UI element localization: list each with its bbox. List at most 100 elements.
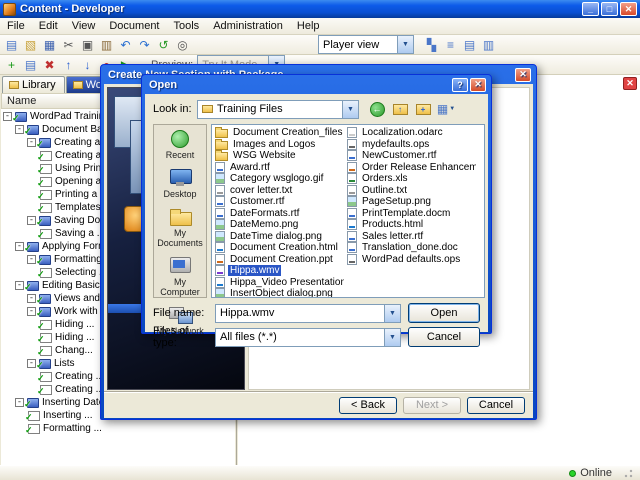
tree-expander-icon[interactable]: - — [27, 216, 36, 225]
new-folder-icon[interactable]: + — [413, 100, 433, 118]
file-item[interactable]: PrintTemplate.docm — [347, 207, 476, 220]
tiles-view-icon[interactable]: ▚ — [422, 36, 441, 54]
file-item[interactable]: Document Creation.html — [215, 242, 344, 254]
file-item[interactable]: Customer.rtf — [215, 196, 344, 208]
tree-expander-icon[interactable]: - — [15, 398, 24, 407]
tree-expander-icon[interactable]: - — [15, 125, 24, 134]
menu-item-document[interactable]: Document — [102, 18, 166, 34]
file-item[interactable]: DateMemo.png — [215, 219, 344, 231]
search-icon[interactable]: ◎ — [173, 36, 192, 54]
file-name-combo[interactable]: Hippa.wmv ▼ — [215, 303, 401, 323]
file-item-label: Category wsglogo.gif — [230, 173, 324, 185]
page-icon: ✓ — [37, 176, 52, 188]
tree-expander-icon[interactable]: - — [3, 112, 12, 121]
file-item[interactable]: Document Creation.ppt — [215, 253, 344, 266]
undo-icon[interactable]: ↶ — [116, 36, 135, 54]
close-button[interactable]: ✕ — [620, 2, 637, 16]
tree-item[interactable]: ✓ Formatting ... — [1, 422, 235, 435]
menu-item-help[interactable]: Help — [290, 18, 327, 34]
file-type-combo[interactable]: All files (*.*) ▼ — [215, 327, 401, 347]
file-item[interactable]: Award.rtf — [215, 161, 344, 174]
file-item[interactable]: DateFormats.rtf — [215, 207, 344, 220]
file-item[interactable]: NewCustomer.rtf — [347, 150, 476, 162]
file-item[interactable]: Products.html — [347, 219, 476, 231]
tree-expander-icon[interactable]: - — [15, 242, 24, 251]
menu-item-view[interactable]: View — [65, 18, 103, 34]
help-icon[interactable]: ? — [452, 77, 468, 92]
file-item[interactable]: Outline.txt — [347, 184, 476, 197]
redo-icon[interactable]: ↷ — [135, 36, 154, 54]
tree-expander-icon[interactable]: - — [15, 281, 24, 290]
maximize-button[interactable]: □ — [601, 2, 618, 16]
place-my-documents[interactable]: My Documents — [154, 207, 206, 248]
file-item[interactable]: cover letter.txt — [215, 184, 344, 197]
tree-expander-icon[interactable]: - — [27, 138, 36, 147]
open-dialog-close-icon[interactable]: ✕ — [470, 77, 486, 92]
menu-item-tools[interactable]: Tools — [167, 18, 207, 34]
place-desktop[interactable]: Desktop — [163, 168, 197, 199]
file-item[interactable]: Hippa_Video Presentation.html — [215, 276, 344, 289]
file-item[interactable]: Localization.odarc — [347, 127, 476, 139]
library-tab-icon — [9, 81, 19, 89]
minimize-button[interactable]: _ — [582, 2, 599, 16]
add-topic-icon[interactable]: ▤ — [21, 56, 40, 74]
file-item[interactable]: Category wsglogo.gif — [215, 173, 344, 185]
tree-expander-icon[interactable]: - — [27, 359, 36, 368]
up-one-level-icon[interactable]: ↑ — [390, 100, 410, 118]
next-button[interactable]: Next > — [403, 396, 461, 414]
cut-icon[interactable]: ✂ — [59, 36, 78, 54]
place-my-computer[interactable]: My Computer — [154, 256, 206, 297]
file-item[interactable]: Hippa.wmv — [215, 265, 344, 277]
file-item[interactable]: DateTime dialog.png — [215, 230, 344, 243]
file-item[interactable]: Images and Logos — [215, 138, 344, 151]
details-view-icon[interactable]: ▤ — [460, 36, 479, 54]
back-button[interactable]: < Back — [339, 396, 397, 414]
views-menu-icon[interactable]: ▦ ▼ — [436, 100, 456, 118]
file-item-label: Customer.rtf — [230, 196, 285, 208]
file-item-label: Localization.odarc — [362, 127, 443, 139]
back-nav-icon[interactable]: ← — [367, 100, 387, 118]
page-icon: ✓ — [25, 410, 40, 422]
wizard-cancel-button[interactable]: Cancel — [467, 396, 525, 414]
dialog-close-icon[interactable]: ✕ — [515, 67, 531, 82]
file-item[interactable]: Orders.xls — [347, 173, 476, 185]
save-icon[interactable]: ▦ — [40, 36, 59, 54]
new-document-icon[interactable]: ▤ — [2, 36, 21, 54]
open-button[interactable]: Open — [408, 303, 480, 323]
move-down-icon[interactable]: ↓ — [78, 56, 97, 74]
resize-grip[interactable] — [622, 467, 634, 479]
file-item[interactable]: InsertObject dialog.png — [215, 288, 344, 297]
tree-expander-icon[interactable]: - — [27, 294, 36, 303]
tab-library[interactable]: Library — [2, 76, 65, 93]
file-item[interactable]: Sales letter.rtf — [347, 230, 476, 243]
look-in-combo[interactable]: Training Files ▼ — [197, 99, 359, 119]
file-item[interactable]: Document Creation_files — [215, 127, 344, 139]
menu-item-file[interactable]: File — [0, 18, 32, 34]
file-item-label: mydefaults.ops — [362, 138, 430, 150]
image-file-icon — [215, 173, 225, 185]
copy-icon[interactable]: ▣ — [78, 36, 97, 54]
file-item[interactable]: WordPad defaults.ops — [347, 253, 476, 266]
place-recent[interactable]: Recent — [166, 129, 194, 160]
move-up-icon[interactable]: ↑ — [59, 56, 78, 74]
file-item[interactable]: mydefaults.ops — [347, 138, 476, 151]
menu-item-edit[interactable]: Edit — [32, 18, 65, 34]
open-icon[interactable]: ▧ — [21, 36, 40, 54]
delete-icon[interactable]: ✖ — [40, 56, 59, 74]
player-view-combo[interactable]: Player view ▼ — [318, 35, 414, 54]
desktop-icon — [168, 168, 192, 188]
tree-expander-icon[interactable]: - — [27, 255, 36, 264]
file-item[interactable]: Translation_done.doc — [347, 242, 476, 254]
add-section-icon[interactable]: + — [2, 56, 21, 74]
file-item[interactable]: Order Release Enhancements.ppt — [347, 161, 476, 174]
paste-icon[interactable]: ▥ — [97, 36, 116, 54]
document-close-icon[interactable]: ✕ — [623, 77, 637, 90]
open-cancel-button[interactable]: Cancel — [408, 327, 480, 347]
list-view-icon[interactable]: ≡ — [441, 36, 460, 54]
refresh-icon[interactable]: ↺ — [154, 36, 173, 54]
tree-expander-icon[interactable]: - — [27, 307, 36, 316]
preview-pane-icon[interactable]: ▥ — [479, 36, 498, 54]
file-item[interactable]: WSG Website — [215, 150, 344, 162]
menu-item-administration[interactable]: Administration — [206, 18, 290, 34]
file-item[interactable]: PageSetup.png — [347, 196, 476, 208]
